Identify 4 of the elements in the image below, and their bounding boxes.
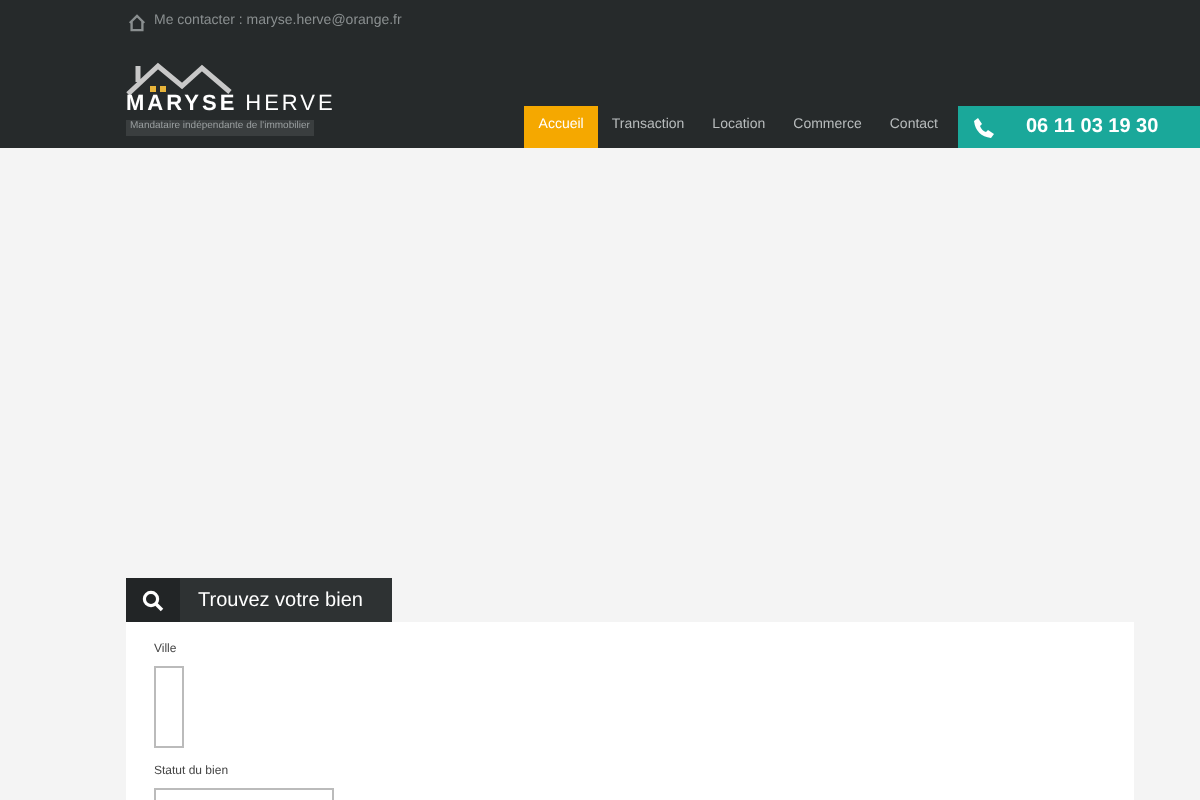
- logo-name: MARYSE: [126, 94, 238, 116]
- search-title: Trouvez votre bien: [198, 587, 363, 615]
- logo-name: HERVE: [245, 94, 336, 116]
- phone-banner: 06 11 03 19 30: [958, 106, 1200, 148]
